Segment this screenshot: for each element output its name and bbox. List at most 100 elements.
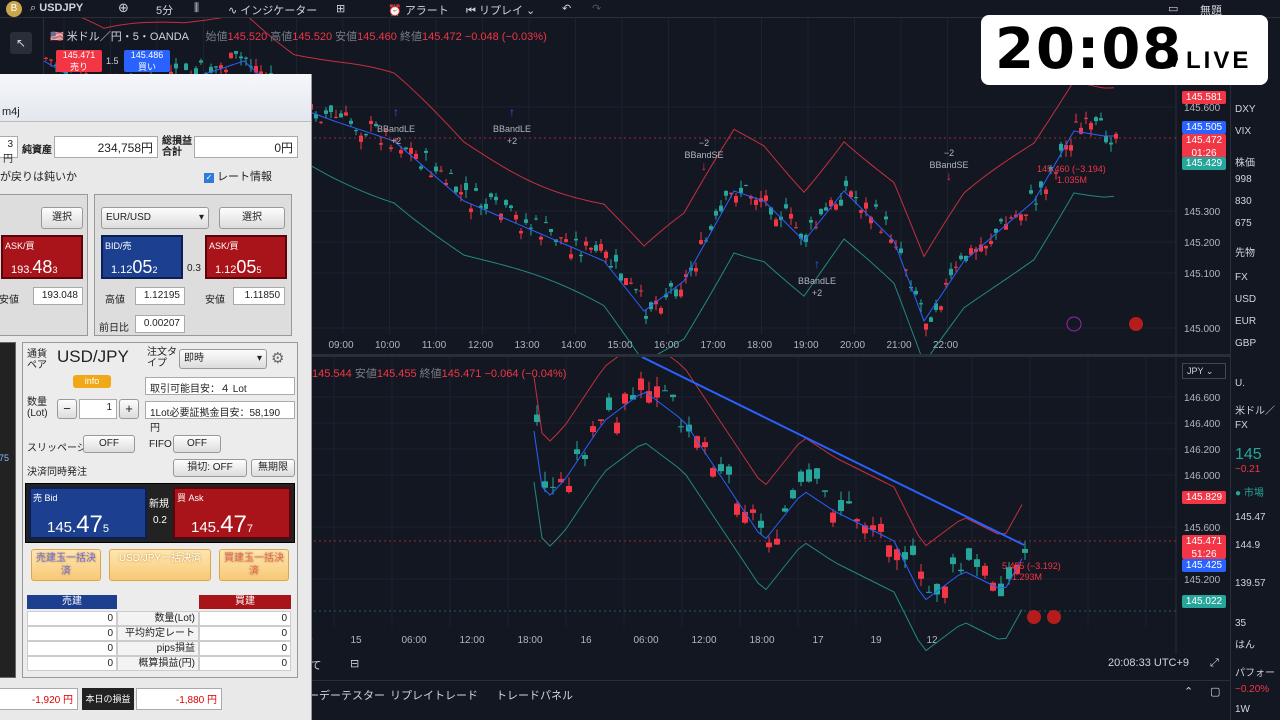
candle-body (639, 290, 643, 292)
pair-dropdown-2[interactable]: EUR/USD ▾ (101, 207, 209, 229)
buy-ask-button[interactable]: 買 Ask 145.477 (173, 487, 291, 539)
qty-input[interactable]: 1 (79, 399, 117, 419)
candle-body (344, 112, 348, 116)
fullscreen-icon[interactable]: ⤢ (1210, 657, 1219, 670)
slippage-toggle[interactable]: OFF (83, 435, 135, 453)
watchlist-item[interactable]: はん (1235, 636, 1255, 651)
watchlist-item[interactable]: FX (1235, 420, 1248, 431)
watchlist-item[interactable]: U. (1235, 378, 1245, 389)
candle-body (244, 57, 248, 59)
watchlist-item[interactable]: 先物 (1235, 244, 1255, 259)
watchlist-item[interactable]: 998 (1235, 174, 1252, 185)
cursor-icon[interactable]: ↖ (10, 32, 32, 54)
watchlist-item[interactable]: FX (1235, 272, 1248, 283)
rate-info-toggle[interactable]: ✓ レート情報 (204, 168, 272, 184)
qty-decrease-button[interactable]: − (57, 399, 77, 419)
sell-bid-button[interactable]: 売 Bid 145.475 (29, 487, 147, 539)
close-all-pair-button[interactable]: USD/JPY一括決済 (109, 549, 211, 581)
bid-label-2: BID/売 (105, 241, 132, 251)
chart-type-icon[interactable]: ⫼ (194, 2, 199, 15)
candle-body (929, 317, 933, 322)
watchlist-item[interactable]: 米ドル／ (1235, 402, 1275, 417)
watchlist-item[interactable]: −0.20% (1235, 684, 1269, 695)
candle-body (854, 197, 858, 199)
search-icon: ⌕ (30, 2, 37, 14)
candle-body (464, 183, 468, 191)
close-value: 145.472 (421, 31, 462, 43)
candle-body (404, 147, 408, 150)
watchlist-item[interactable]: 35 (1235, 618, 1246, 629)
table-row: 0 pips損益 0 (27, 641, 293, 656)
expiry-button[interactable]: 無期限 (251, 459, 295, 477)
collapse-icon[interactable]: ⌃ (1184, 685, 1193, 698)
tab-strategy-tester[interactable]: ーデーテスター (308, 687, 385, 703)
layout-icon[interactable]: ⊞ (336, 2, 345, 15)
select-button-1[interactable]: 選択 (41, 207, 83, 229)
add-symbol-icon[interactable]: ⊕ (118, 0, 129, 16)
redo-icon[interactable]: ↷ (592, 2, 601, 15)
currency-select[interactable]: JPY ⌄ (1182, 363, 1226, 379)
candle-body (629, 282, 633, 284)
replay-button[interactable]: ⏮ リプレイ ⌄ (466, 2, 535, 18)
candle-body (774, 219, 778, 227)
candle-body (569, 254, 573, 259)
order-entry: 通貨ペア USD/JPY info 注文タイプ 即時 ▾ ⚙ 取引可能目安：４ L… (22, 342, 298, 678)
row-label: 概算損益(円) (117, 656, 199, 671)
close-all-sell-button[interactable]: 売建玉一括決済 (31, 549, 101, 581)
ask-rate-2[interactable]: ASK/買 1.12055 (205, 235, 287, 279)
symbol-search[interactable]: ⌕ USDJPY (30, 2, 83, 15)
loss-cut-toggle[interactable]: 損切: OFF (173, 459, 247, 477)
watchlist-item[interactable]: GBP (1235, 338, 1256, 349)
undo-icon[interactable]: ↶ (562, 2, 571, 15)
candle-body (670, 394, 676, 398)
gear-icon[interactable]: ⚙ (271, 349, 284, 367)
time-label: 16 (580, 635, 592, 646)
alert-button[interactable]: ⏰ アラート (388, 2, 449, 18)
watchlist-item[interactable]: パフォー (1235, 664, 1275, 679)
price-label: 146.600 (1184, 393, 1221, 404)
open-label: 始値 (205, 31, 228, 43)
total-pl-label: 総損益合計 (162, 136, 192, 158)
qty-increase-button[interactable]: + (119, 399, 139, 419)
watchlist-item[interactable]: 675 (1235, 218, 1252, 229)
order-type-dropdown[interactable]: 即時 ▾ (179, 349, 267, 369)
close-all-buy-button[interactable]: 買建玉一括決済 (219, 549, 289, 581)
watchlist-item[interactable]: 1W (1235, 704, 1250, 715)
watchlist-item[interactable]: VIX (1235, 126, 1251, 137)
watchlist-item[interactable]: EUR (1235, 316, 1256, 327)
watchlist-item[interactable]: 830 (1235, 196, 1252, 207)
tab-trade-panel[interactable]: トレードパネル (496, 687, 573, 703)
ask-rate-1[interactable]: ASK/買 193.483 (1, 235, 83, 279)
sell-quick-button[interactable]: 145.471 売り (56, 50, 102, 72)
candle-body (926, 591, 932, 593)
indicators-button[interactable]: ∿ インジケーター (228, 2, 317, 18)
maximize-icon[interactable]: ▢ (1210, 685, 1220, 698)
interval-button[interactable]: 5分 (156, 2, 173, 18)
info-button[interactable]: info (73, 375, 111, 388)
watchlist-item[interactable]: 144.9 (1235, 540, 1260, 551)
layout-menu-icon[interactable]: ▭ (1168, 2, 1178, 15)
candle-body (910, 545, 916, 555)
date-range-icon[interactable]: ⊟ (350, 657, 359, 670)
watchlist-item[interactable]: USD (1235, 294, 1256, 305)
watchlist-item[interactable]: DXY (1235, 104, 1256, 115)
bid-rate-2[interactable]: BID/売 1.12052 (101, 235, 183, 279)
buy-quick-button[interactable]: 145.486 買い (124, 50, 170, 72)
select-button-2[interactable]: 選択 (219, 207, 285, 229)
candle-body (564, 239, 568, 242)
sell-bid-label: 売 Bid (33, 493, 58, 503)
watchlist-item[interactable]: ● 市場 (1235, 484, 1264, 499)
us-flag-event-icon (1129, 317, 1143, 331)
dropdown-arrow-icon: ▾ (198, 212, 204, 223)
fifo-toggle[interactable]: OFF (173, 435, 221, 453)
watchlist-item[interactable]: 139.57 (1235, 578, 1266, 589)
watchlist-item[interactable]: 145.47 (1235, 512, 1266, 523)
ask2-big: 1.12 (215, 264, 237, 276)
watchlist-item[interactable]: 株価 (1235, 154, 1255, 169)
watchlist-item[interactable]: 145 (1235, 446, 1262, 464)
order-pair: USD/JPY (57, 347, 129, 366)
watchlist-item[interactable]: −0.21 (1235, 464, 1260, 475)
tab-replay-trade[interactable]: リプレイトレード (390, 687, 478, 703)
time-label: 12:00 (459, 635, 484, 646)
candle-body (634, 289, 638, 291)
